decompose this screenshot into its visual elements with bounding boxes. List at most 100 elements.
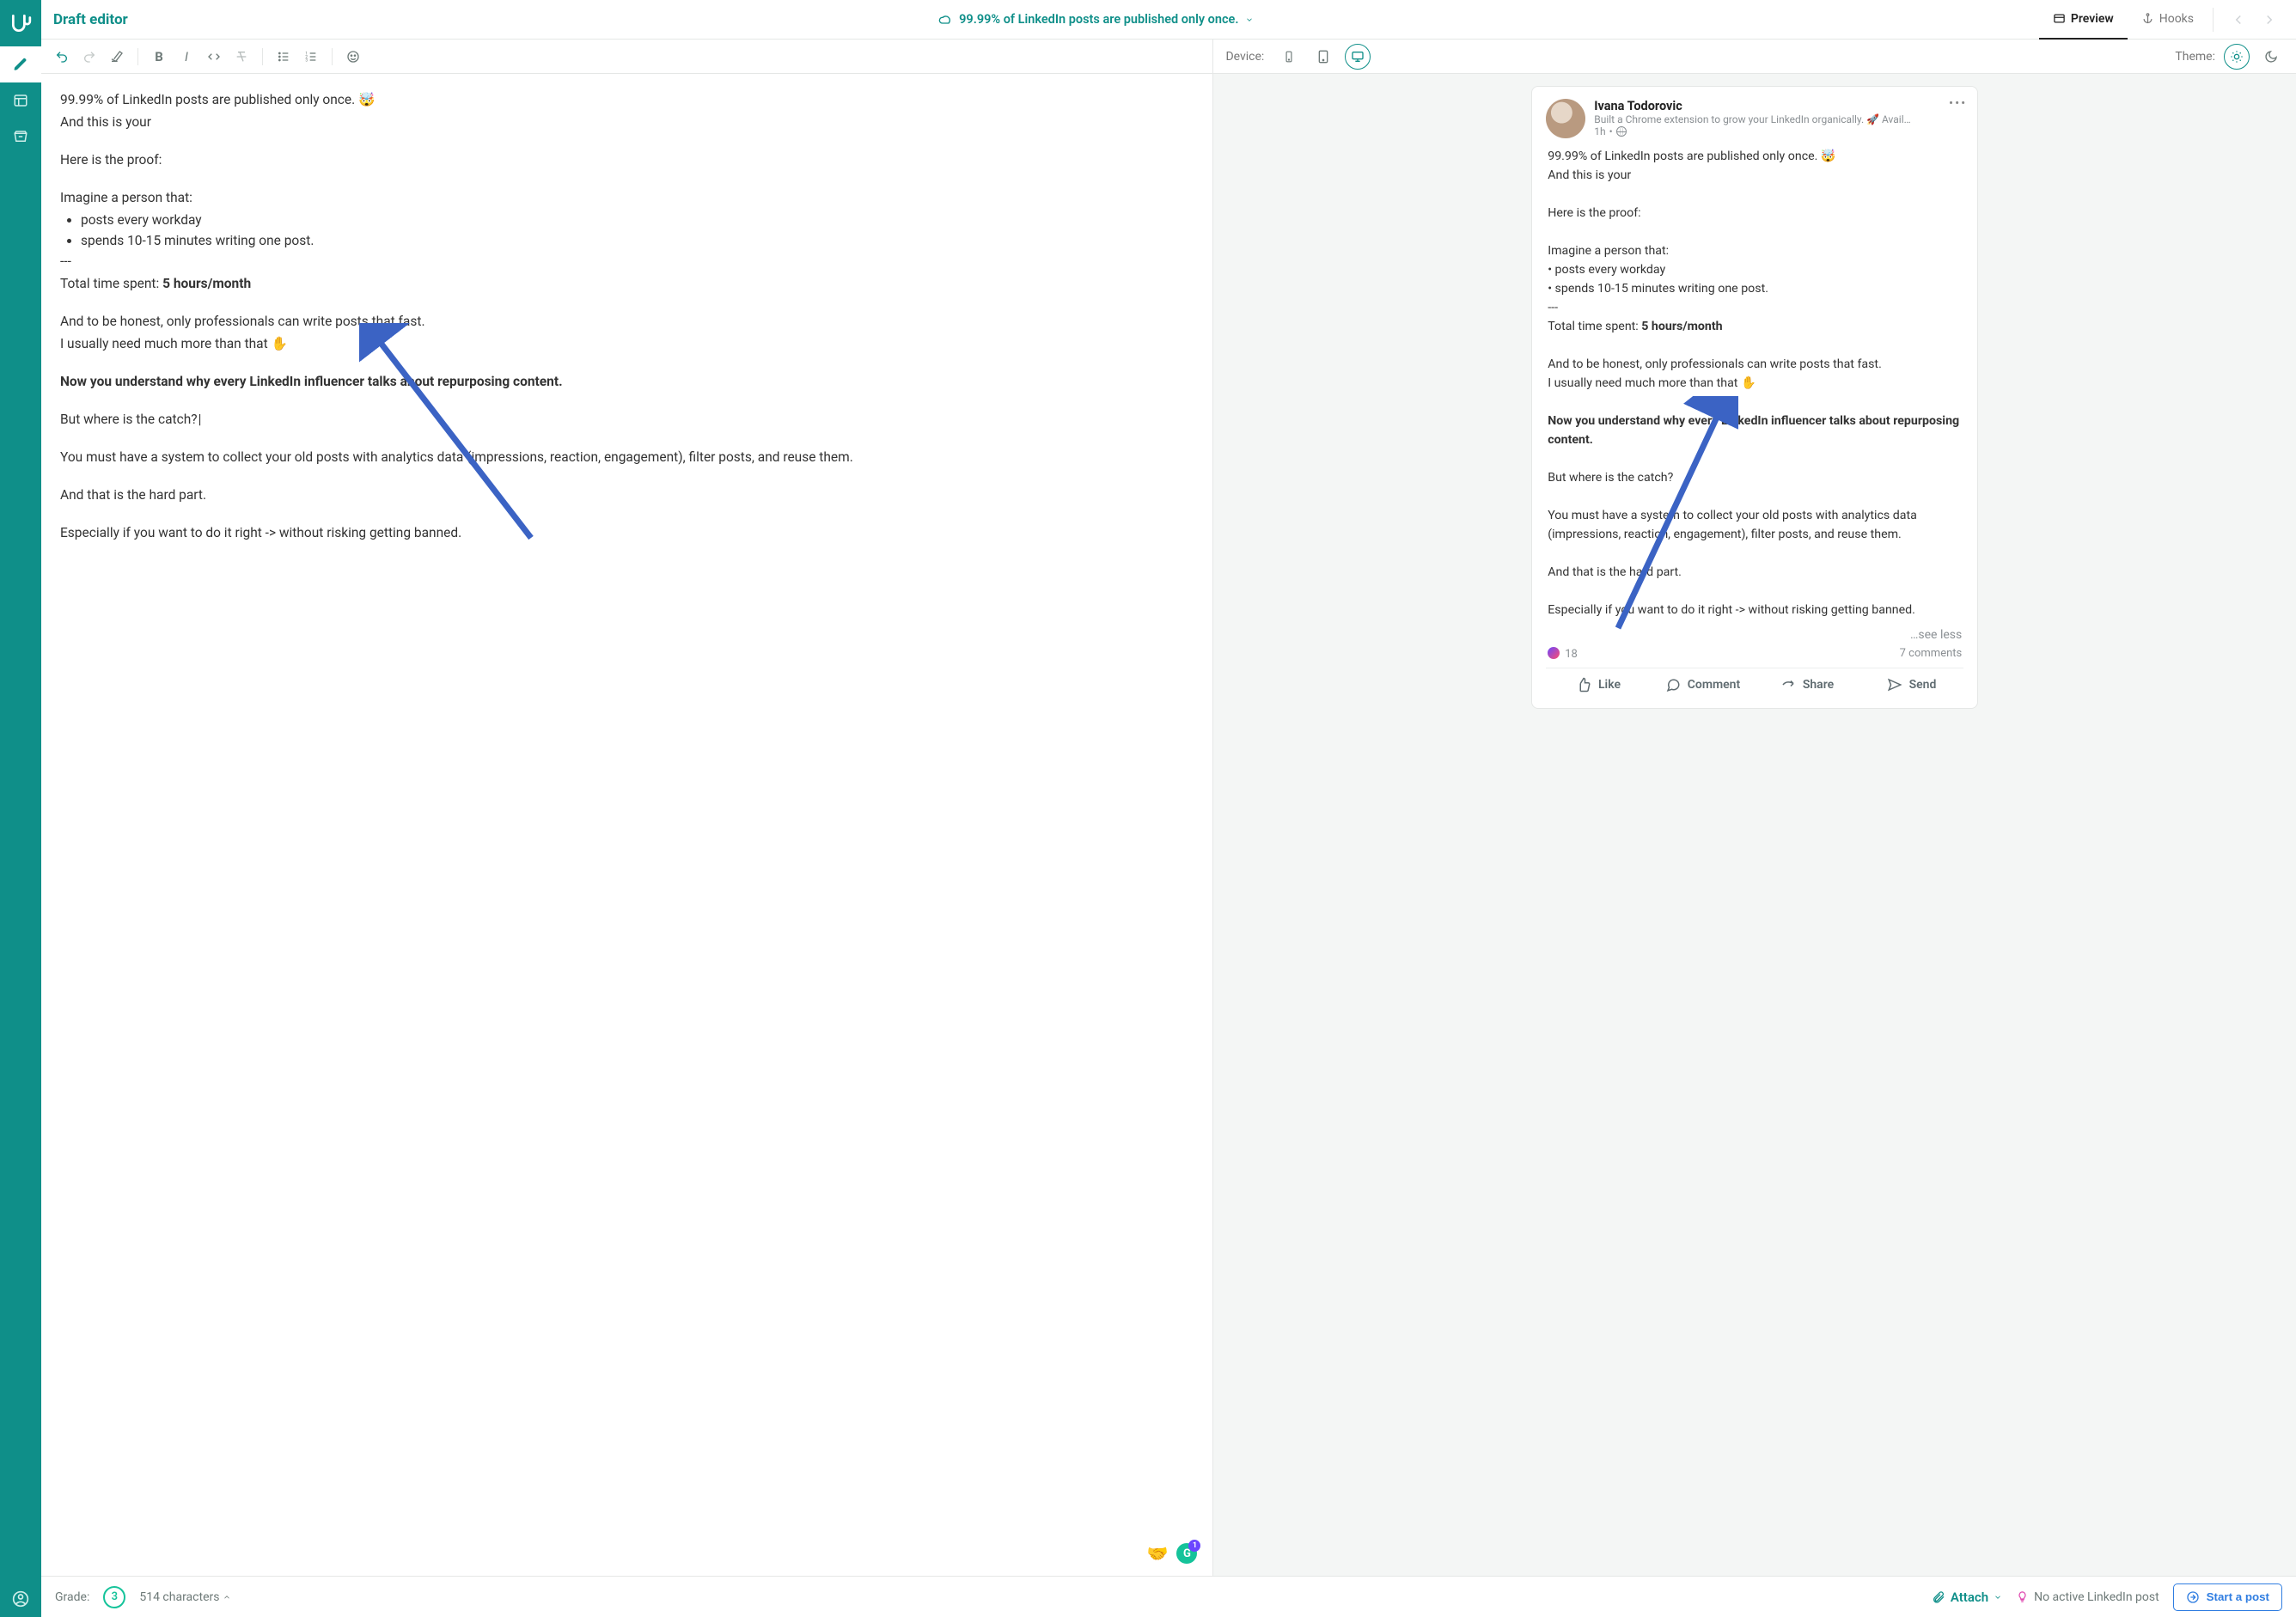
grade-value[interactable]: 3 [103, 1586, 125, 1608]
clear-format-button[interactable] [105, 45, 129, 69]
attach-label: Attach [1951, 1590, 1988, 1605]
post-line: And to be honest, only professionals can… [1548, 355, 1962, 374]
reactions-count[interactable]: 18 [1565, 648, 1578, 661]
comment-button[interactable]: Comment [1651, 668, 1756, 701]
start-post-label: Start a post [2207, 1590, 2269, 1603]
rail-templates[interactable] [0, 82, 41, 119]
bold-button[interactable]: B [147, 45, 171, 69]
globe-icon [1616, 126, 1627, 137]
editor-line: I usually need much more than that ✋ [60, 336, 288, 351]
document-title: 99.99% of LinkedIn posts are published o… [959, 12, 1238, 27]
arrow-circle-icon [2186, 1590, 2200, 1604]
author-name[interactable]: Ivana Todorovic [1594, 99, 1912, 113]
send-button[interactable]: Send [1859, 668, 1964, 701]
device-label: Device: [1225, 50, 1264, 64]
nav-back-icon[interactable] [2231, 12, 2246, 27]
editor-line: And to be honest, only professionals can… [60, 314, 425, 329]
post-body: 99.99% of LinkedIn posts are published o… [1546, 138, 1963, 623]
paperclip-icon [1932, 1590, 1945, 1604]
post-line: • posts every workday [1548, 260, 1962, 279]
like-button[interactable]: Like [1546, 668, 1651, 701]
theme-light-button[interactable] [2224, 44, 2250, 70]
rail-editor[interactable] [0, 46, 41, 82]
comments-count[interactable]: 7 comments [1900, 647, 1963, 661]
chevron-down-icon [1245, 15, 1254, 24]
post-line: --- [1548, 298, 1962, 317]
editor-pane: 99.99% of LinkedIn posts are published o… [41, 74, 1213, 1576]
comment-icon [1665, 677, 1681, 693]
nav-forward-icon[interactable] [2262, 12, 2277, 27]
start-post-button[interactable]: Start a post [2173, 1583, 2282, 1611]
dot: • [1609, 125, 1613, 137]
editor-bullet: posts every workday [81, 212, 202, 228]
preview-pane: ••• Ivana Todorovic Built a Chrome exten… [1213, 74, 2296, 1576]
send-label: Send [1909, 678, 1937, 692]
editor-content[interactable]: 99.99% of LinkedIn posts are published o… [41, 74, 1212, 1576]
cloud-sync-icon [938, 13, 952, 27]
editor-line: 99.99% of LinkedIn posts are published o… [60, 92, 375, 107]
post-line: You must have a system to collect your o… [1548, 506, 1962, 544]
post-line: And that is the hard part. [1548, 563, 1962, 582]
theme-dark-button[interactable] [2258, 44, 2284, 70]
share-button[interactable]: Share [1755, 668, 1859, 701]
post-line-bold: Now you understand why every LinkedIn in… [1548, 412, 1962, 449]
left-rail [0, 0, 41, 1617]
italic-button[interactable]: I [174, 45, 198, 69]
grade-label: Grade: [55, 1590, 89, 1604]
top-bar: Draft editor 99.99% of LinkedIn posts ar… [41, 0, 2296, 40]
avatar[interactable] [1546, 99, 1585, 138]
post-time: 1h [1594, 125, 1605, 137]
post-line: Imagine a person that: [1548, 241, 1962, 260]
editor-line: Especially if you want to do it right ->… [60, 525, 461, 540]
tab-hooks[interactable]: Hooks [2128, 0, 2207, 40]
strike-button[interactable] [229, 45, 253, 69]
toolbar: B I 123 Device: Theme: [41, 40, 2296, 74]
editor-line: Imagine a person that: [60, 190, 192, 205]
code-button[interactable] [202, 45, 226, 69]
post-line: And this is your [1548, 166, 1962, 185]
character-count[interactable]: 514 characters [139, 1590, 231, 1604]
undo-button[interactable] [50, 45, 74, 69]
anchor-icon [2141, 12, 2154, 25]
device-desktop-button[interactable] [1345, 44, 1371, 70]
chevron-down-icon [1994, 1593, 2002, 1602]
editor-line: And that is the hard part. [60, 487, 206, 503]
rail-profile[interactable] [0, 1581, 41, 1617]
tab-hooks-label: Hooks [2159, 12, 2194, 26]
tab-preview[interactable]: Preview [2039, 0, 2128, 40]
bottom-bar: Grade: 3 514 characters Attach No active… [41, 1576, 2296, 1617]
bullet-list-button[interactable] [272, 45, 296, 69]
linkedin-post-card: ••• Ivana Todorovic Built a Chrome exten… [1531, 86, 1978, 709]
editor-line: Here is the proof: [60, 152, 162, 168]
post-line: • spends 10-15 minutes writing one post. [1548, 279, 1962, 298]
rail-archive[interactable] [0, 119, 41, 155]
device-mobile-button[interactable] [1276, 44, 1302, 70]
chevron-up-icon [223, 1593, 231, 1602]
post-line-bold: 5 hours/month [1641, 320, 1722, 333]
send-icon [1887, 677, 1902, 693]
tab-preview-label: Preview [2071, 12, 2114, 26]
post-line: Here is the proof: [1548, 204, 1962, 223]
app-logo[interactable] [9, 7, 32, 46]
handshake-icon[interactable]: 🤝 [1147, 1543, 1169, 1564]
post-more-button[interactable]: ••• [1949, 95, 1967, 111]
numbered-list-button[interactable]: 123 [299, 45, 323, 69]
grammarly-icon[interactable]: G1 [1176, 1543, 1197, 1564]
editor-line: But where is the catch? [60, 412, 198, 427]
redo-button[interactable] [77, 45, 101, 69]
editor-line: --- [60, 253, 71, 269]
lightbulb-icon [2016, 1590, 2029, 1603]
editor-line-bold: Now you understand why every LinkedIn in… [60, 374, 563, 389]
svg-text:3: 3 [305, 58, 308, 63]
page-title: Draft editor [53, 11, 128, 28]
share-icon [1780, 677, 1796, 693]
post-line: Total time spent: [1548, 320, 1641, 333]
device-tablet-button[interactable] [1310, 44, 1336, 70]
attach-button[interactable]: Attach [1932, 1590, 2002, 1605]
emoji-button[interactable] [341, 45, 365, 69]
document-title-chip[interactable]: 99.99% of LinkedIn posts are published o… [154, 12, 2039, 27]
see-less-link[interactable]: …see less [1546, 623, 1963, 644]
post-line: 99.99% of LinkedIn posts are published o… [1548, 147, 1962, 166]
reactions-icon [1548, 647, 1560, 659]
post-line: I usually need much more than that ✋ [1548, 374, 1962, 393]
